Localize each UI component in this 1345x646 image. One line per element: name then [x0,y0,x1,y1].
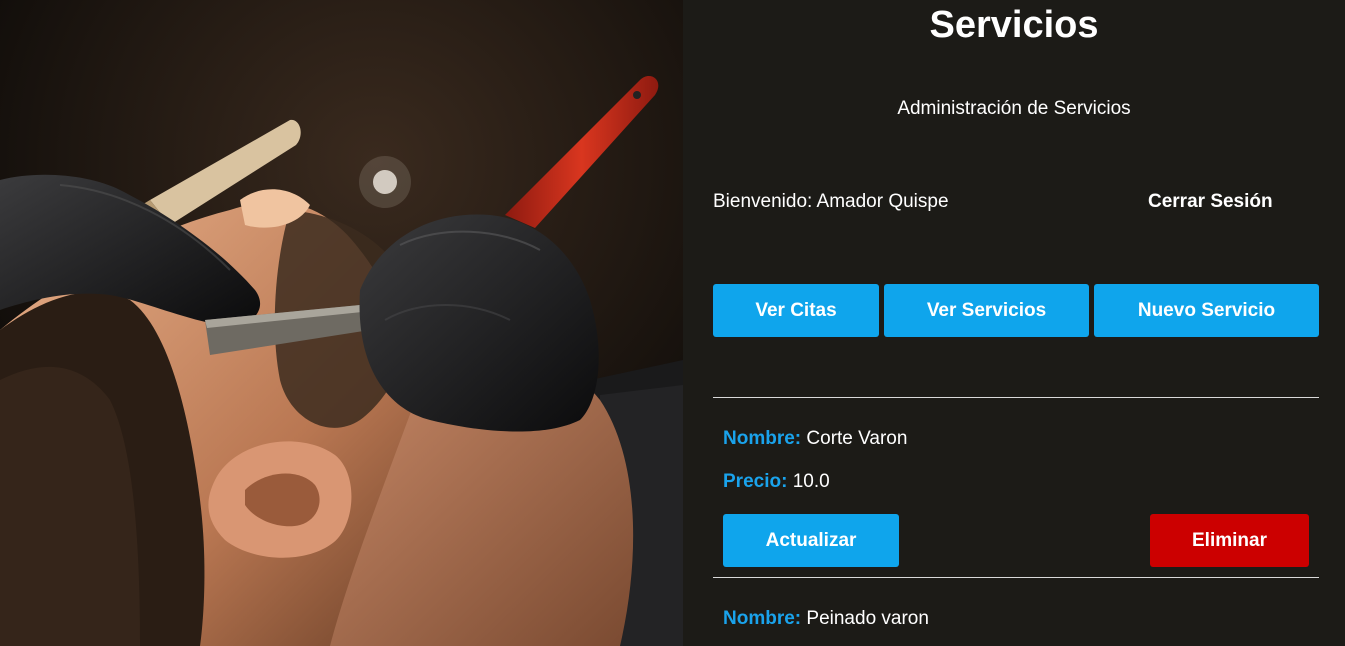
nombre-value: Peinado varon [806,608,929,629]
hero-image [0,0,683,646]
nombre-value: Corte Varon [806,428,908,449]
service-nombre: Nombre: Corte Varon [723,427,907,451]
barber-shaving-photo [0,0,683,646]
admin-panel: Servicios Administración de Servicios Bi… [683,0,1345,646]
page-title: Servicios [929,4,1099,46]
welcome-text: Bienvenido: Amador Quispe [713,191,949,212]
nombre-label: Nombre: [723,428,802,449]
nuevo-servicio-button[interactable]: Nuevo Servicio [1094,284,1319,337]
nombre-label: Nombre: [723,608,802,629]
divider [713,577,1319,578]
service-nombre: Nombre: Peinado varon [723,607,929,631]
ver-servicios-button[interactable]: Ver Servicios [884,284,1089,337]
eliminar-button[interactable]: Eliminar [1150,514,1309,567]
service-precio: Precio: 10.0 [723,470,830,494]
ver-citas-button[interactable]: Ver Citas [713,284,879,337]
precio-label: Precio: [723,471,788,492]
logout-link[interactable]: Cerrar Sesión [1148,190,1273,214]
app-root: Servicios Administración de Servicios Bi… [0,0,1345,646]
divider [713,397,1319,398]
page-subtitle: Administración de Servicios [897,98,1131,119]
actualizar-button[interactable]: Actualizar [723,514,899,567]
precio-value: 10.0 [792,471,830,492]
